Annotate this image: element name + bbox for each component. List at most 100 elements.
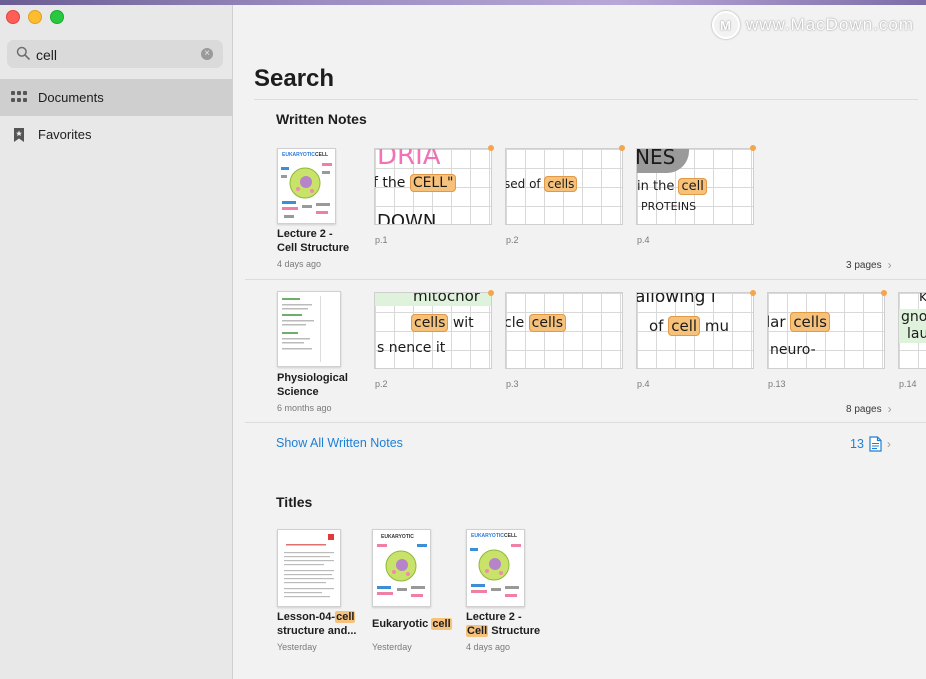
- document-title-line: Cell Structure: [277, 242, 350, 254]
- page-match-thumbnail[interactable]: DRIA f the CELL" DOWN: [374, 148, 492, 225]
- title-text: Lesson-04-: [277, 611, 336, 623]
- highlighted-match: cell: [431, 618, 452, 630]
- highlighted-match: cell: [668, 316, 701, 336]
- highlighted-match: cells: [528, 314, 567, 332]
- handwriting-text: DOWN: [377, 211, 437, 225]
- written-notes-count-button[interactable]: 13 ›: [850, 436, 891, 452]
- cell-diagram-thumbnail-icon: EUKARYOTIC: [377, 534, 427, 597]
- section-title-titles: Titles: [276, 494, 313, 510]
- highlighted-match: cells: [411, 314, 449, 332]
- chevron-right-icon: ›: [887, 258, 892, 272]
- more-pages-link[interactable]: 3 pages ›: [846, 258, 892, 272]
- handwriting-text: k: [919, 293, 926, 305]
- page-match-thumbnail[interactable]: cle cells: [505, 292, 623, 369]
- pages-count: 3 pages: [846, 259, 882, 271]
- page-title: Search: [254, 65, 335, 92]
- lined-page-thumbnail-icon: [282, 296, 321, 362]
- show-all-written-notes-link[interactable]: Show All Written Notes: [276, 436, 403, 450]
- macdown-logo-icon: M: [711, 11, 740, 39]
- search-input[interactable]: [34, 44, 203, 66]
- document-thumbnail[interactable]: [277, 529, 341, 607]
- bookmark-star-icon: [14, 128, 24, 142]
- handwriting-text: mu: [704, 317, 729, 335]
- highlighted-match: cell: [335, 611, 356, 623]
- page-match-thumbnail[interactable]: lar cells neuro-: [767, 292, 885, 369]
- document-icon: [869, 436, 882, 452]
- page-marker-dot: [488, 290, 494, 296]
- highlighted-match: CELL": [409, 174, 457, 192]
- document-thumbnail[interactable]: EUKARYOTIC CELL: [277, 148, 336, 224]
- watermark-text: www.MacDown.com: [745, 15, 914, 34]
- handwriting-text: lau: [907, 326, 926, 342]
- sidebar-item-documents[interactable]: Documents: [0, 79, 232, 116]
- title-result[interactable]: Eukaryotic cell: [372, 617, 452, 631]
- svg-text:CELL: CELL: [504, 533, 517, 539]
- divider: [245, 279, 926, 280]
- chevron-right-icon: ›: [887, 402, 892, 416]
- pages-count: 8 pages: [846, 403, 882, 415]
- page-number: p.1: [375, 235, 388, 245]
- title-result[interactable]: Lecture 2 - Cell Structure: [466, 610, 540, 638]
- page-marker-dot: [750, 290, 756, 296]
- page-marker-dot: [488, 145, 494, 151]
- sidebar: × Documents Favorites: [0, 5, 233, 679]
- page-number: p.13: [768, 379, 786, 389]
- page-match-thumbnail[interactable]: sed of cells: [505, 148, 623, 225]
- title-result-line: Eukaryotic cell: [372, 617, 452, 631]
- page-number: p.4: [637, 379, 650, 389]
- more-pages-link[interactable]: 8 pages ›: [846, 402, 892, 416]
- handwriting-text: sed of: [505, 177, 541, 191]
- document-title-line: Science: [277, 386, 319, 398]
- handwriting-text: wit: [452, 315, 474, 331]
- handwriting-text: gno: [901, 309, 926, 325]
- page-match-thumbnail[interactable]: allowing i of cell mu: [636, 292, 754, 369]
- handwriting-text: mitochor: [413, 292, 480, 305]
- document-date: Yesterday: [372, 642, 412, 652]
- handwriting-text: cle: [505, 315, 525, 331]
- page-match-thumbnail[interactable]: mitochor cells wit s nence it: [374, 292, 492, 369]
- page-marker-dot: [881, 290, 887, 296]
- lesson-page-thumbnail-icon: [284, 534, 334, 598]
- document-thumbnail[interactable]: EUKARYOTIC: [372, 529, 431, 607]
- divider: [245, 422, 926, 423]
- sidebar-item-favorites[interactable]: Favorites: [0, 116, 232, 153]
- document-thumbnail[interactable]: [277, 291, 341, 367]
- title-text: structure and...: [277, 625, 357, 637]
- page-number: p.4: [637, 235, 650, 245]
- clear-search-icon[interactable]: ×: [201, 48, 213, 60]
- close-window-button[interactable]: [6, 10, 20, 24]
- handwriting-text: neuro-: [770, 342, 816, 358]
- search-field[interactable]: ×: [7, 40, 223, 68]
- handwriting-text: s nence it: [377, 340, 446, 356]
- page-match-thumbnail[interactable]: k gno lau: [898, 292, 926, 369]
- document-title[interactable]: Physiological Science: [277, 371, 348, 399]
- page-number: p.3: [506, 379, 519, 389]
- document-thumbnail[interactable]: EUKARYOTIC CELL: [466, 529, 525, 607]
- title-result-line: Cell Structure: [466, 624, 540, 638]
- page-marker-dot: [750, 145, 756, 151]
- document-date: Yesterday: [277, 642, 317, 652]
- svg-text:CELL: CELL: [315, 152, 328, 158]
- zoom-window-button[interactable]: [50, 10, 64, 24]
- handwriting-text: of: [649, 317, 664, 335]
- window-controls: [6, 10, 64, 24]
- title-text: Eukaryotic: [372, 618, 432, 630]
- page-number: p.2: [375, 379, 388, 389]
- document-title-line: Physiological: [277, 372, 348, 384]
- svg-text:EUKARYOTIC: EUKARYOTIC: [471, 533, 504, 539]
- page-marker-dot: [619, 145, 625, 151]
- title-result[interactable]: Lesson-04-cell structure and...: [277, 610, 356, 638]
- watermark: M www.MacDown.com: [711, 11, 914, 39]
- document-date: 4 days ago: [466, 642, 511, 652]
- handwriting-text: DRIA: [377, 148, 441, 171]
- cell-diagram-thumbnail-icon: EUKARYOTIC CELL: [281, 152, 332, 218]
- page-match-thumbnail[interactable]: NES in the cell PROTEINS: [636, 148, 754, 225]
- document-title[interactable]: Lecture 2 - Cell Structure: [277, 227, 349, 255]
- cell-diagram-thumbnail-icon: EUKARYOTIC CELL: [470, 533, 521, 597]
- title-text: Lecture 2 -: [466, 611, 522, 623]
- title-text: Structure: [488, 625, 541, 637]
- document-date: 6 months ago: [277, 403, 332, 413]
- minimize-window-button[interactable]: [28, 10, 42, 24]
- highlighted-match: cell: [678, 178, 707, 195]
- chevron-right-icon: ›: [886, 437, 891, 451]
